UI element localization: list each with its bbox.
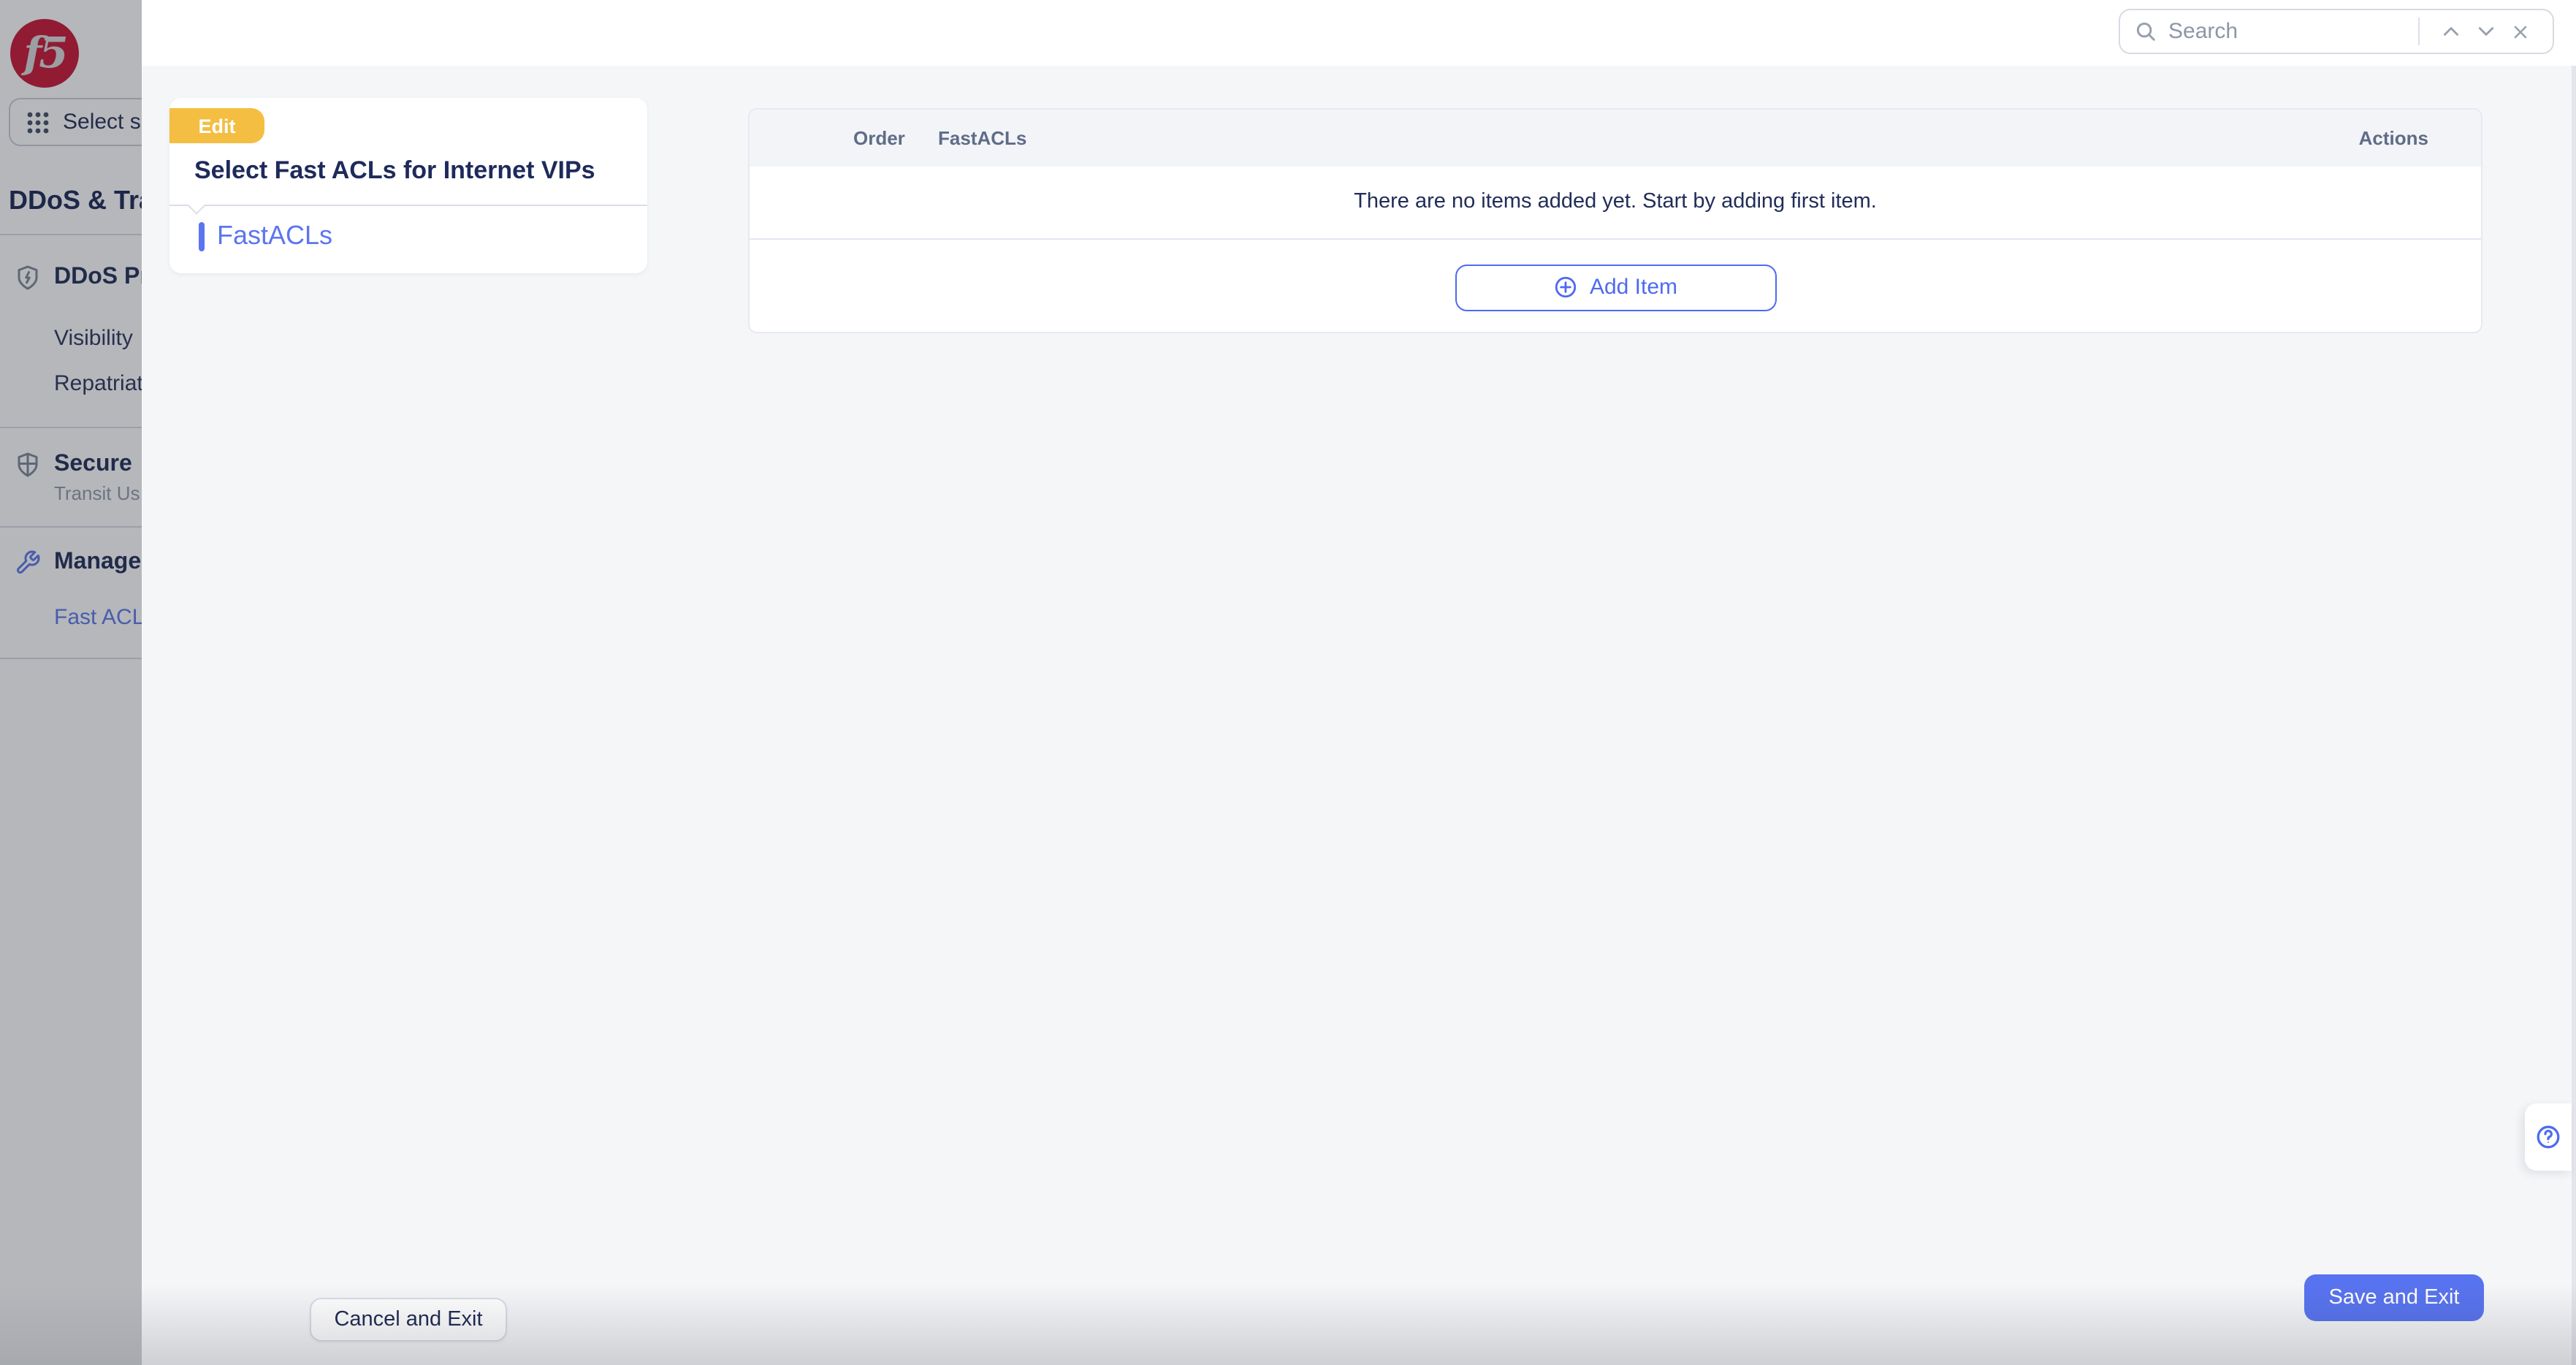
fastacls-table: Order FastACLs Actions There are no item… [748,108,2482,333]
help-circle-icon [2537,1125,2560,1149]
wizard-nav-item-fastacls[interactable]: FastACLs [199,221,332,251]
divider [169,205,647,206]
page-title: Select Fast ACLs for Internet VIPs [194,156,595,184]
column-header-order: Order [853,126,905,149]
save-and-exit-button[interactable]: Save and Exit [2304,1274,2484,1321]
table-footer-row: Add Item [750,240,2481,332]
edit-mode-badge-label: Edit [198,115,236,137]
edit-modal: Edit Select Fast ACLs for Internet VIPs … [142,0,2576,1365]
find-next-button[interactable] [2468,14,2503,49]
search-input[interactable] [2168,19,2409,44]
column-header-fastacls: FastACLs [938,126,1027,149]
scrollbar-gutter[interactable] [2572,66,2576,1365]
notch-pointer [187,196,206,215]
screen: f5 Select se DDoS & Tra DDoS Pr Visibili… [0,0,2576,1365]
empty-state-message: There are no items added yet. Start by a… [1354,190,1877,214]
cancel-and-exit-button[interactable]: Cancel and Exit [310,1298,507,1342]
wizard-nav-item-label: FastACLs [217,221,333,250]
active-indicator-bar [199,221,204,251]
table-header-row: Order FastACLs Actions [750,110,2481,166]
chevron-up-icon [2442,27,2458,36]
find-previous-button[interactable] [2433,14,2468,49]
plus-circle-icon [1555,276,1577,298]
search-close-button[interactable] [2503,14,2538,49]
save-and-exit-label: Save and Exit [2328,1286,2460,1309]
sidebar: f5 Select se DDoS & Tra DDoS Pr Visibili… [0,0,142,1365]
edit-mode-badge: Edit [169,108,264,143]
help-button[interactable] [2525,1103,2572,1171]
wizard-nav-card: Edit Select Fast ACLs for Internet VIPs … [169,98,647,273]
close-icon [2514,25,2527,38]
modal-backdrop[interactable] [0,0,142,1365]
cancel-and-exit-label: Cancel and Exit [334,1308,483,1331]
search-bar [2119,9,2554,54]
search-divider [2418,18,2420,45]
search-icon [2136,22,2155,41]
modal-header [142,0,2576,66]
table-empty-row: There are no items added yet. Start by a… [750,166,2481,240]
add-item-button-label: Add Item [1589,275,1678,300]
add-item-button[interactable]: Add Item [1455,264,1776,311]
column-header-actions: Actions [2358,126,2428,149]
chevron-down-icon [2477,27,2493,36]
